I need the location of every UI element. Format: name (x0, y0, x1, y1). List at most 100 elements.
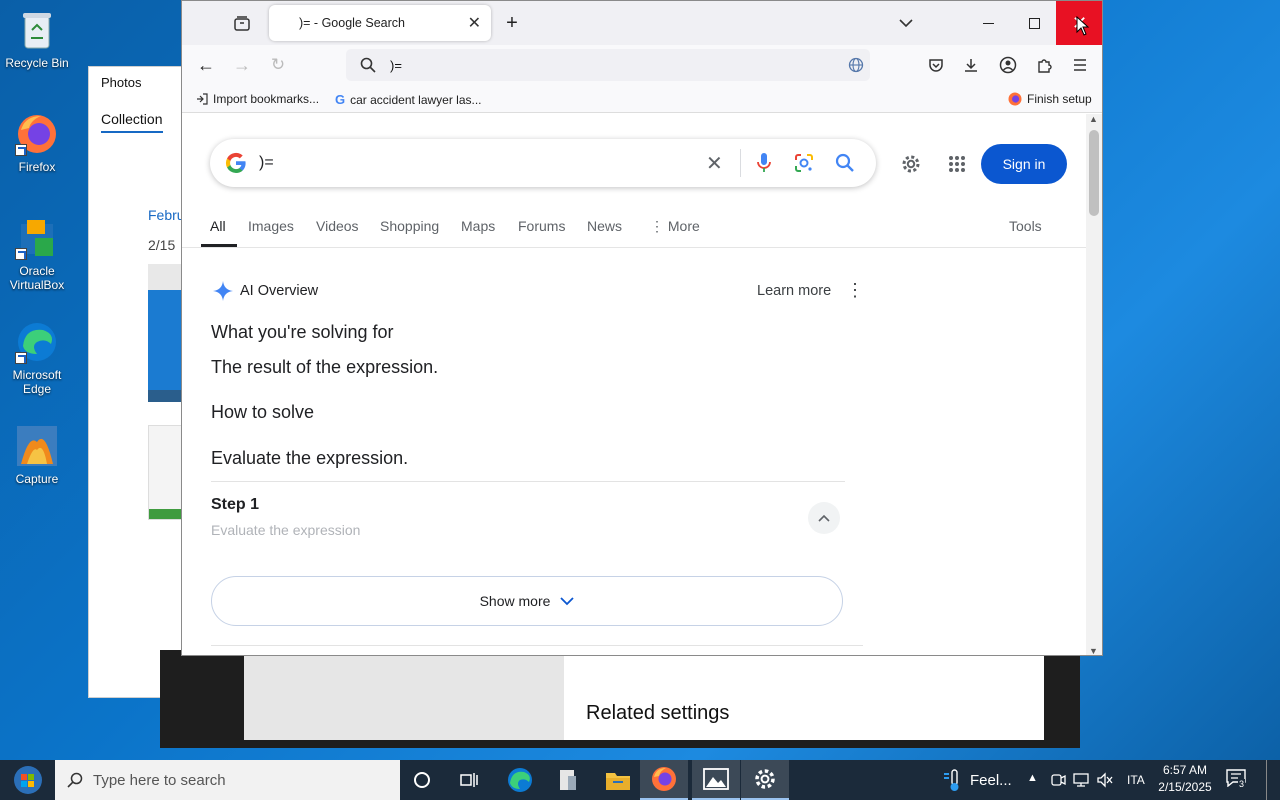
step-title: Step 1 (211, 496, 260, 513)
cortana-circle-icon (414, 772, 430, 788)
settings-right-pane (564, 650, 1044, 740)
firefox-icon (15, 112, 59, 156)
firefox-window[interactable]: )= - Google Search ✕ + ✕ ← → ↻ )= (181, 0, 1103, 656)
tabs-divider (182, 247, 1088, 248)
taskbar-file-explorer[interactable] (594, 760, 642, 800)
task-view-button[interactable] (446, 760, 494, 800)
url-bar[interactable]: )= (346, 49, 870, 81)
taskbar-settings[interactable] (741, 760, 789, 800)
tab-more-label: More (667, 218, 700, 234)
tools-button[interactable]: Tools (1009, 218, 1042, 234)
desktop-icon-edge[interactable]: Microsoft Edge (0, 320, 74, 396)
microphone-icon[interactable] (756, 152, 772, 174)
tab-shopping[interactable]: Shopping (380, 218, 439, 234)
page-scrollbar[interactable]: ▲ ▼ (1086, 114, 1102, 655)
clear-search-icon[interactable]: ✕ (706, 151, 723, 176)
learn-more-link[interactable]: Learn more (757, 283, 831, 299)
photos-title: Photos (101, 75, 142, 90)
account-button[interactable] (996, 53, 1020, 77)
taskbar-edge[interactable] (496, 760, 544, 800)
meet-now-icon[interactable] (1050, 772, 1066, 788)
desktop-icon-virtualbox[interactable]: Oracle VirtualBox (0, 216, 74, 292)
bookmark-import[interactable]: Import bookmarks... (196, 92, 319, 106)
show-more-button[interactable]: Show more (211, 576, 843, 626)
google-apps-icon[interactable] (948, 155, 966, 173)
photos-tab-collection[interactable]: Collection (101, 111, 162, 127)
tab-all[interactable]: All (210, 218, 226, 234)
google-search-box[interactable]: )= ✕ (210, 139, 876, 187)
tab-overview-button[interactable] (226, 11, 258, 35)
hamburger-menu-icon (1074, 59, 1086, 71)
close-tab-icon[interactable]: ✕ (468, 13, 481, 33)
desktop-icon-recycle-bin[interactable]: Recycle Bin (0, 8, 74, 70)
forward-button[interactable]: → (230, 53, 254, 77)
action-center-button[interactable]: 3 (1226, 769, 1250, 791)
globe-icon[interactable] (848, 57, 864, 73)
tab-images[interactable]: Images (248, 218, 294, 234)
extensions-button[interactable] (1032, 53, 1056, 77)
google-lens-icon[interactable] (794, 153, 814, 173)
tab-videos[interactable]: Videos (316, 218, 359, 234)
weather-widget[interactable]: Feel... (942, 768, 1012, 792)
edge-icon (508, 768, 532, 792)
settings-gear-icon[interactable] (900, 153, 922, 175)
new-tab-button[interactable]: + (500, 11, 524, 35)
finish-setup-button[interactable]: Finish setup (1008, 92, 1092, 106)
solving-text: The result of the expression. (211, 357, 439, 377)
list-all-tabs-button[interactable] (894, 11, 918, 35)
document-app-icon (560, 770, 576, 790)
collapse-step-button[interactable] (808, 502, 840, 534)
desktop-icon-capture[interactable]: Capture (0, 424, 74, 486)
show-desktop-button[interactable] (1266, 760, 1267, 800)
scrollbar-thumb[interactable] (1089, 130, 1099, 216)
chevron-down-icon (899, 19, 913, 28)
tab-maps[interactable]: Maps (461, 218, 495, 234)
tab-forums[interactable]: Forums (518, 218, 565, 234)
google-search-input[interactable]: )= (259, 154, 274, 172)
finish-setup-label: Finish setup (1027, 92, 1092, 106)
capture-icon (15, 424, 59, 468)
menu-button[interactable] (1068, 53, 1092, 77)
notification-count: 3 (1238, 779, 1246, 789)
show-more-label: Show more (479, 593, 551, 609)
taskbar-app[interactable] (544, 760, 592, 800)
reload-button[interactable]: ↻ (266, 53, 290, 77)
maximize-icon (1028, 17, 1040, 29)
pocket-button[interactable] (924, 53, 948, 77)
mouse-cursor-icon (1076, 16, 1090, 36)
more-dots-icon: ⋮ (650, 218, 668, 234)
network-icon[interactable] (1072, 772, 1090, 788)
downloads-button[interactable] (959, 53, 983, 77)
settings-gear-icon (755, 769, 775, 789)
chevron-up-icon (818, 514, 830, 522)
search-submit-icon[interactable] (835, 153, 855, 173)
bookmark-car-accident[interactable]: G car accident lawyer las... (335, 92, 482, 107)
taskbar-search-placeholder: Type here to search (93, 772, 226, 789)
volume-muted-icon[interactable] (1096, 772, 1114, 788)
desktop-icon-firefox[interactable]: Firefox (0, 112, 74, 174)
scroll-down-icon[interactable]: ▼ (1089, 646, 1098, 655)
taskbar-firefox[interactable] (640, 760, 688, 800)
taskbar-search-box[interactable]: Type here to search (55, 760, 400, 800)
taskbar-photos[interactable] (692, 760, 740, 800)
settings-window[interactable]: Related settings (160, 650, 1080, 748)
section-divider (211, 645, 863, 646)
sign-in-button[interactable]: Sign in (981, 144, 1067, 184)
scroll-up-icon[interactable]: ▲ (1089, 114, 1098, 124)
input-language[interactable]: ITA (1127, 773, 1145, 787)
virtualbox-icon (15, 216, 59, 260)
minimize-button[interactable] (972, 11, 1004, 35)
more-options-icon[interactable]: ⋮ (846, 280, 864, 301)
tab-google-search[interactable]: )= - Google Search ✕ (269, 5, 491, 41)
tab-more[interactable]: ⋮ More (650, 218, 700, 235)
desktop-icon-label: Microsoft Edge (12, 368, 62, 396)
start-button[interactable] (0, 760, 55, 800)
maximize-button[interactable] (1018, 11, 1050, 35)
cortana-button[interactable] (398, 760, 446, 800)
tab-news[interactable]: News (587, 218, 622, 234)
photos-date: 2/15 (148, 237, 176, 253)
back-button[interactable]: ← (194, 53, 218, 77)
clock[interactable]: 6:57 AM 2/15/2025 (1156, 763, 1214, 794)
forward-arrow-icon: → (233, 54, 251, 75)
show-hidden-icons-chevron-up-icon[interactable]: ▲ (1027, 772, 1038, 784)
